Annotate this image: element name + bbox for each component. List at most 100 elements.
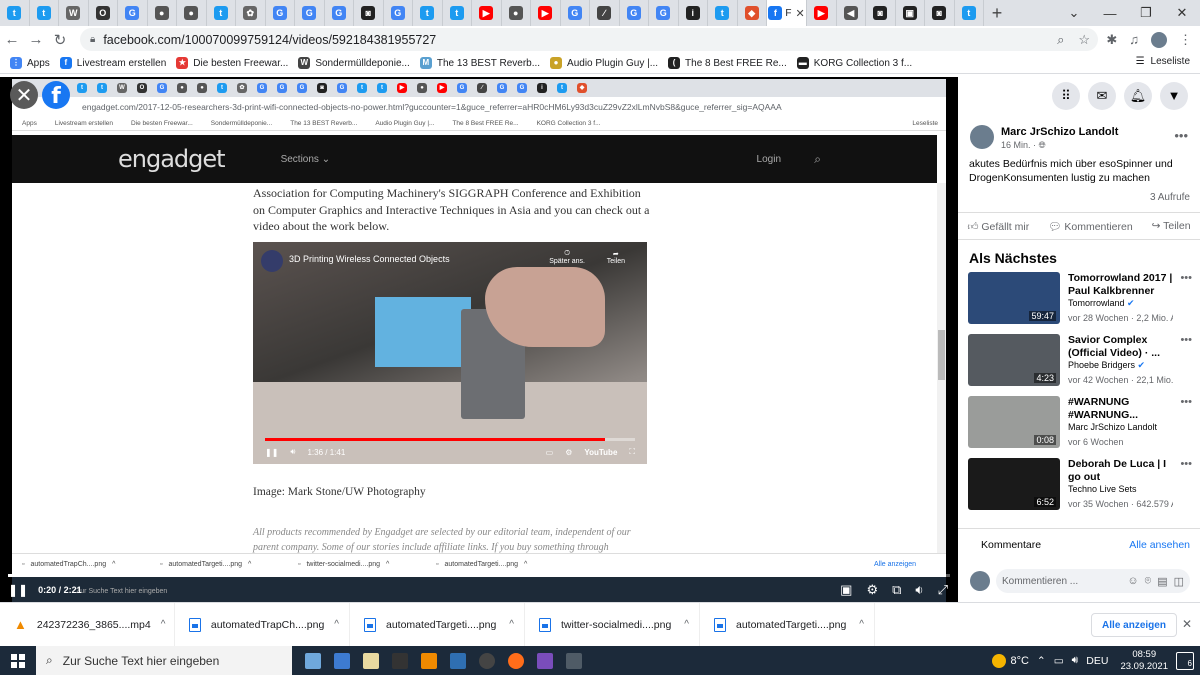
up-next-video[interactable]: 0:08 #WARNUNG #WARNUNG... Marc JrSchizo La…	[968, 396, 1200, 452]
minimize-icon[interactable]: —	[1092, 0, 1128, 26]
show-all-downloads-button[interactable]: Alle anzeigen	[1091, 613, 1177, 637]
download-item[interactable]: automatedTrapCh....png ^	[175, 602, 350, 647]
more-options-icon[interactable]: •••	[1180, 458, 1192, 470]
close-icon[interactable]: ✕	[1182, 617, 1192, 631]
browser-menu-icon[interactable]: ⋮	[1179, 32, 1192, 48]
facebook-logo-icon[interactable]: f	[42, 81, 70, 109]
browser-tab[interactable]: W	[59, 0, 89, 26]
pen-app-icon[interactable]	[356, 646, 385, 675]
network-icon[interactable]: ▭	[1054, 655, 1064, 667]
see-all-comments-link[interactable]: Alle ansehen	[1129, 539, 1190, 551]
chevron-up-icon[interactable]: ^	[334, 619, 339, 630]
chevron-up-icon[interactable]: ⌃	[1037, 655, 1046, 667]
fullscreen-icon[interactable]: ⤢	[938, 582, 948, 598]
search-icon[interactable]: ⌕	[1057, 32, 1064, 48]
bookmark-item[interactable]: W Sondermülldeponie...	[298, 57, 410, 69]
browser-tab[interactable]: G	[266, 0, 295, 26]
reading-list[interactable]: ☰ Leseliste	[1136, 56, 1190, 67]
tab-search-icon[interactable]: ⌄	[1056, 0, 1092, 26]
picture-in-picture-icon[interactable]: ⧉	[892, 582, 901, 598]
photos-icon[interactable]	[443, 646, 472, 675]
pause-icon[interactable]: ❚❚	[8, 583, 28, 597]
forward-icon[interactable]: →	[24, 31, 48, 48]
more-options-icon[interactable]: •••	[1174, 128, 1188, 143]
browser-tab[interactable]: ▶	[807, 0, 837, 26]
account-dropdown-icon[interactable]: ▼	[1160, 81, 1188, 110]
close-tab-icon[interactable]: ✕	[795, 7, 804, 20]
firefox-icon[interactable]	[501, 646, 530, 675]
settings-icon[interactable]: ⚙	[866, 582, 878, 598]
video-thumbnail[interactable]: 59:47	[968, 272, 1060, 324]
video-player[interactable]: t t W O G ● ● t ✿ G G G ◙ Gt t ▶ ● ▶ G ∕ G Gi t ◆ engadget.com/…	[0, 77, 958, 602]
browser-tab[interactable]: t	[708, 0, 738, 26]
emoji-icon[interactable]: ☺	[1127, 575, 1138, 588]
browser-tab[interactable]: t	[955, 0, 984, 26]
more-options-icon[interactable]: •••	[1180, 272, 1192, 284]
video-title[interactable]: Savior Complex (Official Video) · ...	[1068, 334, 1178, 360]
video-thumbnail[interactable]: 6:52	[968, 458, 1060, 510]
browser-tab[interactable]: t	[0, 0, 30, 26]
browser-tab[interactable]: t	[413, 0, 443, 26]
browser-tab[interactable]: i	[679, 0, 708, 26]
download-item[interactable]: twitter-socialmedi....png ^	[525, 602, 700, 647]
post-author[interactable]: Marc JrSchizo Landolt	[1001, 126, 1118, 138]
download-item[interactable]: ▲ 242372236_3865....mp4 ^	[0, 602, 175, 647]
video-channel[interactable]: Marc JrSchizo Landolt	[1068, 422, 1157, 432]
browser-tab[interactable]: ◀	[837, 0, 866, 26]
volume-icon[interactable]: 🔉︎	[915, 582, 923, 598]
new-tab-icon[interactable]: +	[984, 0, 1010, 26]
browser-tab[interactable]: ▶	[472, 0, 502, 26]
browser-tab[interactable]: G	[384, 0, 413, 26]
chevron-up-icon[interactable]: ^	[509, 619, 514, 630]
chevron-up-icon[interactable]: ^	[161, 619, 166, 630]
more-options-icon[interactable]: •••	[1180, 396, 1192, 408]
volume-icon[interactable]: 🔊︎	[1072, 654, 1079, 667]
address-bar[interactable]: 🔒︎ facebook.com/100070099759124/videos/5…	[80, 28, 1098, 51]
video-progress-bar[interactable]	[8, 574, 950, 577]
weather-widget[interactable]: 8°C	[992, 653, 1029, 668]
language-indicator[interactable]: DEU	[1086, 655, 1108, 667]
comment-button[interactable]: 💬︎ Kommentieren	[1048, 220, 1133, 233]
avatar[interactable]	[970, 125, 994, 149]
bookmark-item[interactable]: f Livestream erstellen	[59, 57, 166, 69]
like-button[interactable]: 👍︎ Gefällt mir	[967, 220, 1029, 233]
video-channel[interactable]: Tomorrowland ✔	[1068, 298, 1135, 309]
comment-input[interactable]: Kommentieren ... ☺ ⌾ ▤ ◫	[996, 569, 1190, 593]
browser-tab[interactable]: G	[325, 0, 354, 26]
chevron-up-icon[interactable]: ^	[684, 619, 689, 630]
sync-app-icon[interactable]	[327, 646, 356, 675]
video-title[interactable]: Tomorrowland 2017 | Paul Kalkbrenner	[1068, 272, 1178, 298]
calculator-icon[interactable]	[559, 646, 588, 675]
browser-tab[interactable]: ◙	[866, 0, 896, 26]
share-button[interactable]: ↪ Teilen	[1152, 220, 1191, 232]
close-window-icon[interactable]: ✕	[1164, 0, 1200, 26]
browser-tab-active[interactable]: f F ✕	[767, 0, 807, 26]
taskbar-search-input[interactable]: ⌕ Zur Suche Text hier eingeben	[36, 646, 292, 675]
profile-avatar[interactable]	[1151, 31, 1167, 48]
sticker-icon[interactable]: ◫	[1174, 575, 1184, 588]
back-icon[interactable]: ←	[0, 31, 24, 48]
browser-tab[interactable]: G	[561, 0, 590, 26]
browser-tab[interactable]: t	[443, 0, 472, 26]
clock[interactable]: 08:59 23.09.2021	[1120, 649, 1168, 673]
video-title[interactable]: Deborah De Luca | I go out	[1068, 458, 1178, 484]
video-channel[interactable]: Phoebe Bridgers ✔	[1068, 360, 1145, 371]
more-options-icon[interactable]: •••	[1180, 334, 1192, 346]
browser-tab[interactable]: ∕	[590, 0, 620, 26]
download-item[interactable]: automatedTargeti....png ^	[700, 602, 875, 647]
tor-icon[interactable]	[530, 646, 559, 675]
browser-tab[interactable]: ✿	[236, 0, 266, 26]
bookmark-item[interactable]: ● Audio Plugin Guy |...	[550, 57, 658, 69]
browser-tab[interactable]: G	[295, 0, 325, 26]
notepad-icon[interactable]	[298, 646, 327, 675]
restore-icon[interactable]: ❐	[1128, 0, 1164, 26]
notification-center-icon[interactable]: 6	[1176, 651, 1194, 670]
browser-tab[interactable]: G	[118, 0, 148, 26]
bookmark-item[interactable]: M The 13 BEST Reverb...	[419, 57, 540, 69]
bookmark-star-icon[interactable]: ☆	[1078, 32, 1090, 48]
gif-icon[interactable]: ▤	[1157, 575, 1167, 588]
browser-tab[interactable]: ●	[502, 0, 531, 26]
browser-tab[interactable]: ◙	[925, 0, 955, 26]
close-icon[interactable]: ✕	[10, 81, 38, 109]
bookmark-item[interactable]: ★ Die besten Freewar...	[176, 57, 288, 69]
